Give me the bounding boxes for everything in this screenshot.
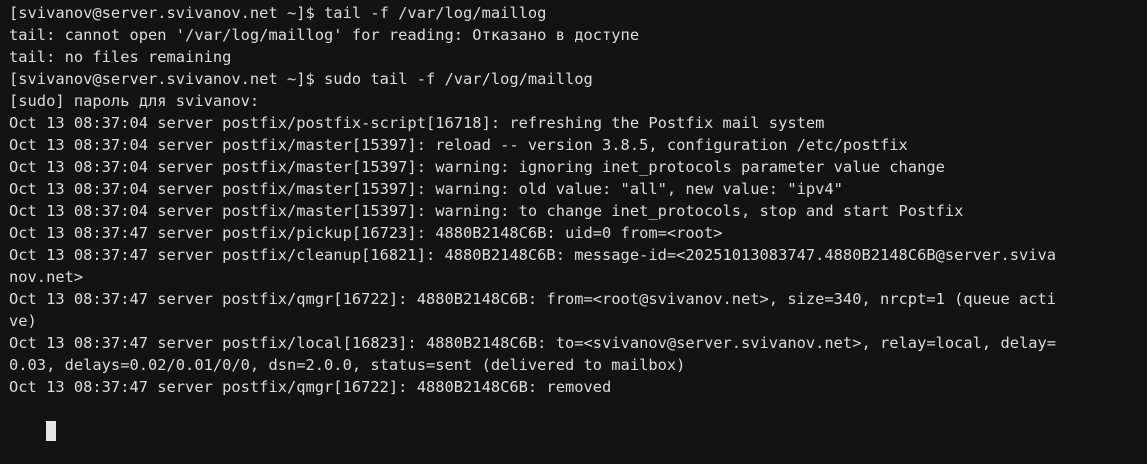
terminal-line: Oct 13 08:37:04 server postfix/master[15…: [9, 158, 945, 176]
terminal-line: ve): [9, 312, 37, 330]
terminal-line: [svivanov@server.svivanov.net ~]$ tail -…: [9, 4, 547, 22]
terminal-line: tail: cannot open '/var/log/maillog' for…: [9, 26, 640, 44]
terminal-line: nov.net>: [9, 268, 84, 286]
terminal-line: 0.03, delays=0.02/0.01/0/0, dsn=2.0.0, s…: [9, 356, 686, 374]
terminal-line: Oct 13 08:37:47 server postfix/cleanup[1…: [9, 246, 1057, 264]
terminal-line: [sudo] пароль для svivanov:: [9, 92, 260, 110]
terminal-line: Oct 13 08:37:47 server postfix/qmgr[1672…: [9, 378, 612, 396]
terminal-line: Oct 13 08:37:47 server postfix/pickup[16…: [9, 224, 723, 242]
terminal-line: Oct 13 08:37:04 server postfix/master[15…: [9, 180, 843, 198]
terminal-line: Oct 13 08:37:04 server postfix/postfix-s…: [9, 114, 825, 132]
terminal-cursor-line: [9, 398, 1147, 441]
terminal-line: Oct 13 08:37:47 server postfix/local[168…: [9, 334, 1057, 352]
terminal-line: tail: no files remaining: [9, 48, 232, 66]
terminal-line: Oct 13 08:37:04 server postfix/master[15…: [9, 136, 908, 154]
terminal-line: Oct 13 08:37:47 server postfix/qmgr[1672…: [9, 290, 1057, 308]
terminal-line: Oct 13 08:37:04 server postfix/master[15…: [9, 202, 964, 220]
text-cursor: [46, 421, 57, 441]
terminal-window[interactable]: [svivanov@server.svivanov.net ~]$ tail -…: [0, 0, 1147, 441]
terminal-line: [svivanov@server.svivanov.net ~]$ sudo t…: [9, 70, 593, 88]
